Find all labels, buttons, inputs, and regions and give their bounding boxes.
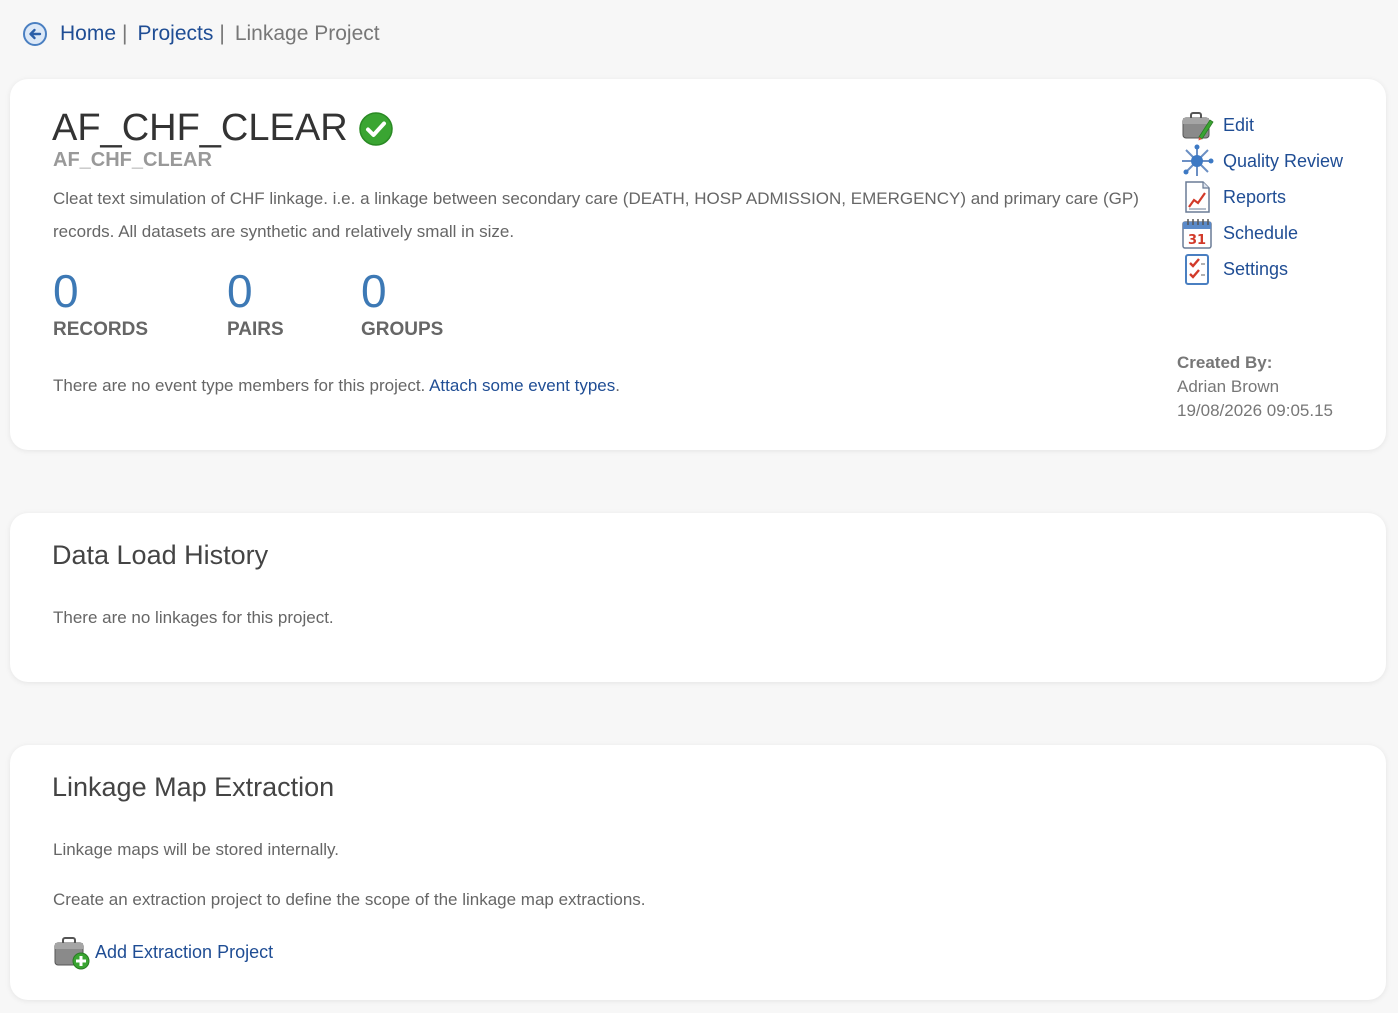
breadcrumb-current: Linkage Project [234,22,380,45]
breadcrumb-projects-link[interactable]: Projects [138,22,214,46]
stat-records: 0 RECORDS [53,265,148,341]
created-by-name: Adrian Brown [1177,377,1280,396]
check-circle-icon [358,111,394,147]
data-load-history-card: Data Load History There are no linkages … [10,513,1386,682]
linkage-map-extraction-title: Linkage Map Extraction [52,772,335,802]
breadcrumb-separator: | [122,22,128,45]
calendar-icon: 31 [1180,216,1214,250]
data-load-history-title: Data Load History [52,540,269,570]
briefcase-edit-icon [1180,108,1214,142]
settings-action[interactable]: Settings [1180,251,1343,287]
attach-event-types-link[interactable]: Attach some event types [429,376,615,395]
created-by-label: Created By: [1177,353,1273,372]
stat-groups: 0 GROUPS [361,265,443,341]
quality-review-label: Quality Review [1223,150,1344,171]
event-types-period: . [615,376,620,395]
quality-review-icon [1180,144,1214,178]
linkage-map-extraction-card: Linkage Map Extraction Linkage maps will… [10,745,1386,1000]
breadcrumb-separator: | [219,22,225,45]
schedule-label: Schedule [1223,222,1299,243]
checklist-icon [1180,252,1214,286]
event-types-message: There are no event type members for this… [53,376,620,396]
schedule-action[interactable]: 31 Schedule [1180,215,1343,251]
stat-pairs-value: 0 [227,265,253,317]
stat-records-value: 0 [53,265,79,317]
stat-pairs-label: PAIRS [227,319,284,340]
report-chart-icon [1180,180,1214,214]
no-linkages-message: There are no linkages for this project. [53,608,334,627]
add-extraction-project-label: Add Extraction Project [95,941,274,962]
back-arrow-icon[interactable] [22,21,48,47]
created-by-block: Created By: Adrian Brown 19/08/2026 09:0… [1177,351,1333,423]
briefcase-add-icon [53,934,91,970]
project-actions: Edit Quality Review Reports 31 Schedule … [1180,107,1343,287]
breadcrumb-home-link[interactable]: Home [60,22,116,46]
quality-review-action[interactable]: Quality Review [1180,143,1343,179]
project-title-row: AF_CHF_CLEAR [52,107,394,150]
edit-label: Edit [1223,114,1255,135]
project-title: AF_CHF_CLEAR [52,107,348,149]
stat-records-label: RECORDS [53,319,149,340]
settings-label: Settings [1223,258,1289,279]
extraction-hint-text: Create an extraction project to define t… [53,890,646,909]
stat-pairs: 0 PAIRS [227,265,284,341]
stat-groups-label: GROUPS [361,319,444,340]
breadcrumb: Home | Projects | Linkage Project [22,20,380,48]
stat-groups-value: 0 [361,265,387,317]
reports-label: Reports [1223,186,1287,207]
project-description: Cleat text simulation of CHF linkage. i.… [53,189,1139,241]
add-extraction-project-button[interactable]: Add Extraction Project [53,934,273,970]
project-summary-card: AF_CHF_CLEAR AF_CHF_CLEAR Cleat text sim… [10,79,1386,450]
svg-text:31: 31 [1188,233,1206,248]
storage-info-text: Linkage maps will be stored internally. [53,840,339,859]
project-subtitle: AF_CHF_CLEAR [53,149,212,171]
event-types-text: There are no event type members for this… [53,376,426,395]
reports-action[interactable]: Reports [1180,179,1343,215]
created-timestamp: 19/08/2026 09:05.15 [1177,401,1333,420]
edit-action[interactable]: Edit [1180,107,1343,143]
